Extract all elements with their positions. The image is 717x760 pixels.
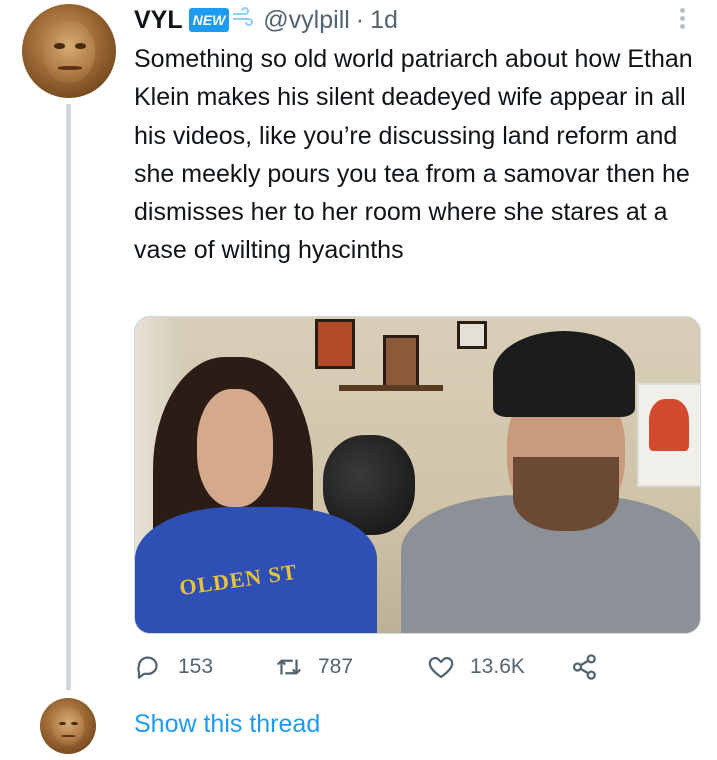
author-name[interactable]: VYL [134,6,183,35]
share-button[interactable] [570,648,600,686]
show-thread-link[interactable]: Show this thread [134,710,320,739]
media-frame [383,335,419,389]
separator-dot: · [355,5,365,34]
thread-line [66,104,71,690]
heart-icon [428,656,454,679]
avatar-face [52,708,84,746]
retweet-icon [276,659,302,675]
tweet-text: Something so old world patriarch about h… [134,45,693,265]
avatar-eye [71,721,79,725]
avatar-eye [74,43,86,50]
avatar-eye [59,721,66,725]
tweet-media-image[interactable]: OLDEN ST [134,316,701,634]
tweet-timestamp[interactable]: 1d [370,6,398,35]
more-dots-icon[interactable] [676,6,688,32]
avatar-mouth [57,66,83,70]
media-frame [315,319,355,369]
like-count: 13.6K [470,655,525,678]
retweet-count: 787 [318,655,354,678]
new-badge: NEW [188,8,230,32]
avatar-face [42,20,96,83]
media-frame [457,321,487,349]
media-man-beanie [493,331,635,417]
reply-button[interactable]: 153 [134,648,213,686]
reply-icon [137,656,158,679]
author-handle[interactable]: @vylpill [263,6,350,35]
reply-count: 153 [178,655,214,678]
media-man-beard [513,457,619,531]
like-button[interactable]: 13.6K [426,648,525,686]
media-poster [637,383,700,487]
author-avatar[interactable] [22,4,116,98]
wind-icon [231,6,255,34]
retweet-button[interactable]: 787 [274,648,353,686]
media-woman-face [197,389,273,507]
share-icon [572,654,596,680]
tweet-header: VYL NEW @vylpill · 1d [134,4,398,36]
thread-avatar[interactable] [40,698,96,754]
media-shelf [339,385,443,391]
